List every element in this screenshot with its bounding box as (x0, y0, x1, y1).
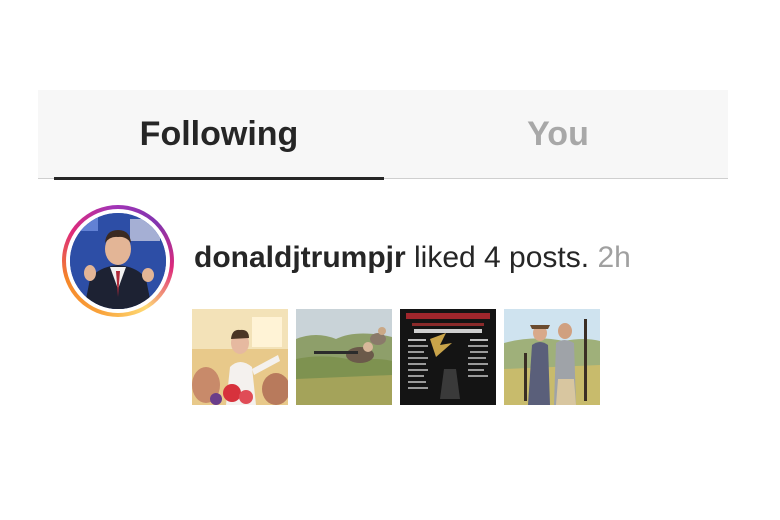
post-photo-memorial-graphic (400, 309, 496, 405)
avatar[interactable] (70, 213, 166, 309)
activity-text: donaldjtrumpjr liked 4 posts. 2h (194, 241, 631, 275)
tab-you-label: You (527, 114, 589, 153)
liked-post-4[interactable] (504, 309, 600, 405)
activity-item: donaldjtrumpjr liked 4 posts. 2h (62, 205, 742, 415)
activity-timestamp: 2h (597, 241, 631, 274)
liked-post-1[interactable] (192, 309, 288, 405)
post-photo-couple (504, 309, 600, 405)
username-link[interactable]: donaldjtrumpjr (194, 241, 406, 274)
activity-action: liked 4 posts. (414, 241, 590, 274)
active-tab-indicator (54, 177, 384, 180)
story-ring[interactable] (62, 205, 174, 317)
post-photo-field (296, 309, 392, 405)
post-photo-rally (192, 309, 288, 405)
tab-following[interactable]: Following (54, 90, 384, 178)
avatar-photo (70, 213, 166, 309)
activity-tab-bar: Following You (38, 90, 728, 180)
tab-following-label: Following (139, 114, 299, 153)
liked-posts (192, 309, 600, 405)
liked-post-2[interactable] (296, 309, 392, 405)
liked-post-3[interactable] (400, 309, 496, 405)
tab-you[interactable]: You (388, 90, 728, 178)
activity-page: Following You donaldjtrumpjr liked 4 pos… (0, 0, 780, 520)
